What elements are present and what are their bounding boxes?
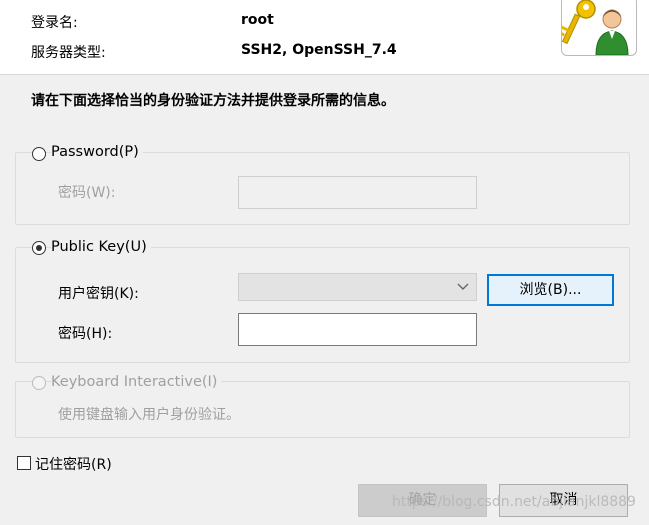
keyboard-radio[interactable] — [32, 376, 46, 390]
passphrase-label: 密码(H): — [58, 326, 113, 342]
browse-button[interactable]: 浏览(B)... — [487, 274, 614, 306]
remember-checkbox[interactable] — [17, 456, 31, 470]
password-input[interactable] — [238, 176, 477, 209]
user-key-icon — [561, 0, 637, 56]
user-key-select[interactable] — [238, 273, 477, 301]
login-name-label: 登录名: — [31, 15, 78, 31]
instruction-text: 请在下面选择恰当的身份验证方法并提供登录所需的信息。 — [31, 93, 395, 109]
keyboard-radio-label[interactable]: Keyboard Interactive(I) — [51, 374, 222, 390]
remember-label[interactable]: 记住密码(R) — [35, 454, 112, 474]
chevron-down-icon — [457, 283, 469, 290]
password-radio-label[interactable]: Password(P) — [51, 144, 143, 160]
server-type-value: SSH2, OpenSSH_7.4 — [241, 42, 397, 58]
browse-button-label: 浏览(B)... — [519, 282, 582, 298]
user-key-label: 用户密钥(K): — [58, 286, 139, 302]
password-radio[interactable] — [32, 147, 46, 161]
login-name-value: root — [241, 12, 274, 28]
passphrase-input[interactable] — [238, 313, 477, 346]
publickey-radio-label[interactable]: Public Key(U) — [51, 239, 151, 255]
keyboard-description: 使用键盘输入用户身份验证。 — [58, 407, 240, 423]
publickey-radio[interactable] — [32, 241, 46, 255]
password-field-label: 密码(W): — [58, 185, 116, 201]
server-type-label: 服务器类型: — [31, 45, 106, 61]
login-header: 登录名: root 服务器类型: SSH2, OpenSSH_7.4 — [0, 0, 649, 75]
watermark-text: https://blog.csdn.net/abjianjkl8889 — [392, 494, 636, 510]
